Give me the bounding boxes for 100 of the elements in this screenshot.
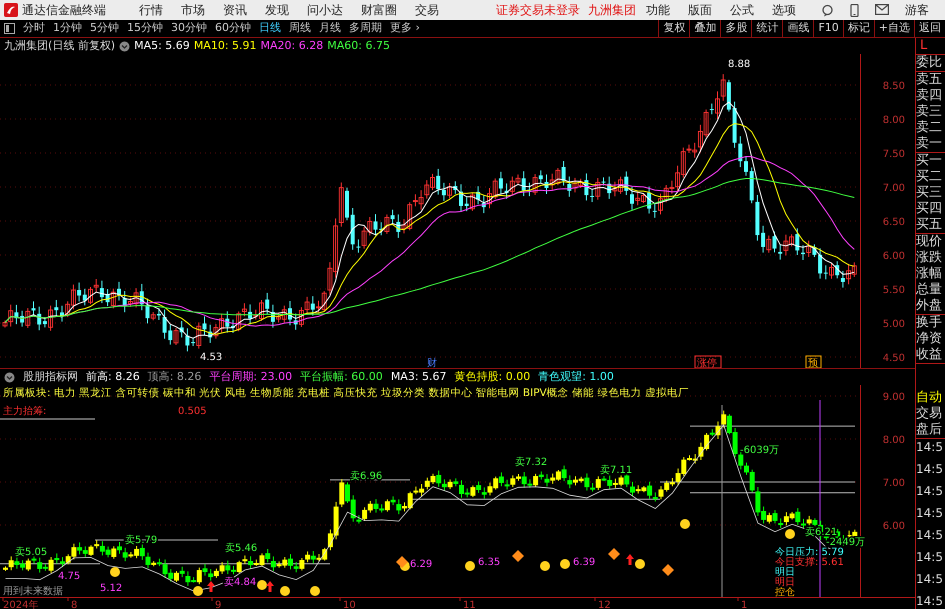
status-label[interactable]: 盘后	[916, 422, 945, 438]
period-tab[interactable]: 60分钟	[211, 20, 255, 37]
indicator-annotation: 明日	[775, 567, 795, 578]
axis-label: 8.50	[882, 81, 905, 92]
period-tab[interactable]: 5分钟	[86, 20, 123, 37]
indicator-annotation: 0.505	[178, 406, 207, 417]
toolbar-button[interactable]: +自选	[874, 20, 914, 37]
indicator-annotation: 6.35	[478, 557, 500, 568]
indicator-stat: 平台周期: 23.00	[209, 368, 292, 385]
menu-item[interactable]: 财富圈	[352, 1, 406, 19]
quote-label: 买一	[916, 153, 943, 169]
trade-time: 14:5	[916, 527, 944, 543]
status-label[interactable]: 交易	[916, 406, 945, 422]
menu-item[interactable]: 资讯	[214, 1, 256, 19]
user-name[interactable]: 游客	[905, 1, 929, 19]
menu-item[interactable]: 问小达	[298, 1, 352, 19]
indicator-stat: 青色观望: 1.00	[538, 368, 614, 385]
menu-item[interactable]: 功能	[637, 1, 679, 19]
toolbar-button[interactable]: 统计	[751, 20, 782, 37]
logo-icon	[4, 3, 18, 17]
quote-label: 换手	[916, 315, 943, 331]
toolbar-button[interactable]: 画线	[782, 20, 814, 37]
menu-item[interactable]: 发现	[256, 1, 298, 19]
menu-item[interactable]: 公式	[721, 1, 763, 19]
up-arrow-icon	[207, 581, 215, 592]
time-axis-label: 1	[741, 600, 748, 609]
quote-label: 卖五	[916, 72, 943, 88]
axis-label: 4.50	[882, 353, 905, 364]
chevron-circle-icon[interactable]	[4, 372, 15, 382]
indicator-annotation: 卖7.11	[600, 465, 632, 476]
chevron-circle-icon[interactable]	[119, 40, 130, 52]
trade-time: 14:5	[916, 461, 944, 477]
period-tab[interactable]: 30分钟	[167, 20, 211, 37]
time-axis-label: 12	[598, 600, 611, 609]
toolbar-button[interactable]: 复权	[658, 20, 690, 37]
trade-time: 14:5	[916, 593, 944, 609]
indicator-annotation: 用到未来数据	[3, 586, 63, 597]
indicator-stat: 黄色持股: 0.00	[454, 368, 530, 385]
trade-time: 14:5	[916, 571, 944, 587]
quote-label: 委比	[916, 55, 943, 71]
quote-label: 卖一	[916, 136, 943, 152]
axis-label: 7.50	[882, 149, 905, 160]
toolbar-button[interactable]: 标记	[842, 20, 874, 37]
phone-icon[interactable]	[850, 4, 859, 16]
period-tab[interactable]: 多周期	[345, 20, 386, 37]
quote-label: 总量	[916, 282, 943, 298]
signal-dot	[635, 559, 645, 569]
trade-time: 14:5	[916, 505, 944, 521]
quote-label: 涨幅	[916, 266, 943, 282]
signal-dot	[785, 529, 795, 539]
price-annotation: 8.88	[728, 59, 750, 70]
trade-time: 14:5	[916, 439, 944, 455]
toolbar-button[interactable]: 叠加	[689, 20, 720, 37]
quote-label: 买二	[916, 169, 943, 185]
menu-item[interactable]: 版面	[679, 1, 721, 19]
menu-item[interactable]: 行情	[130, 1, 172, 19]
axis-label: 9.00	[882, 392, 905, 403]
axis-label: 8.00	[882, 115, 905, 126]
mail-icon[interactable]	[875, 4, 889, 14]
login-notice: 证券交易未登录	[496, 2, 580, 19]
signal-dot	[540, 561, 550, 571]
time-axis-label: 2024年	[3, 600, 38, 609]
indicator-stat: 前高: 8.26	[86, 368, 140, 385]
signal-dot	[310, 586, 320, 596]
period-tab[interactable]: 周线	[285, 20, 315, 37]
menu-item[interactable]: 交易	[406, 1, 448, 19]
panel-toggle-icon[interactable]	[4, 23, 15, 34]
quote-label: 买四	[916, 201, 943, 217]
quote-label: 净资	[916, 331, 943, 347]
period-tab[interactable]: 月线	[315, 20, 345, 37]
indicator-name: 股朋指标网	[23, 368, 78, 385]
menu-item[interactable]: 选项	[763, 1, 805, 19]
indicator-annotation: 6.29	[410, 559, 432, 570]
stock-name: 九洲集团	[588, 2, 636, 19]
period-tab[interactable]: 1分钟	[49, 20, 86, 37]
period-tab[interactable]: 日线	[255, 20, 285, 37]
axis-label: 7.00	[882, 183, 905, 194]
mode-indicator[interactable]: L	[916, 38, 945, 55]
period-tab[interactable]: 15分钟	[123, 20, 167, 37]
toolbar-button[interactable]: 返回	[914, 20, 945, 37]
price-annotation: 财	[427, 358, 437, 368]
quote-label: 现价	[916, 234, 943, 250]
period-tab[interactable]: 分时	[19, 20, 49, 37]
time-axis-label: 9	[215, 600, 222, 609]
indicator-annotation: 明日	[775, 577, 795, 588]
axis-label: 6.50	[882, 217, 905, 228]
menu-item[interactable]: 市场	[172, 1, 214, 19]
price-annotation: 4.53	[200, 352, 222, 363]
moving-average-value: MA60: 6.75	[327, 38, 390, 54]
toolbar-button[interactable]: 多股	[720, 20, 752, 37]
signal-dot	[680, 519, 690, 529]
period-tab[interactable]: 更多 ›	[386, 20, 424, 37]
chat-icon[interactable]	[821, 4, 834, 16]
indicator-annotation: 卖7.32	[515, 457, 548, 468]
status-label[interactable]: 自动	[916, 390, 945, 406]
indicator-annotation: 主力抬筹:	[3, 406, 46, 417]
indicator-annotation: 卖4.84	[224, 577, 256, 588]
toolbar-button[interactable]: F10	[813, 20, 843, 37]
indicator-annotation: 控仓	[775, 587, 795, 598]
app-title: 通达信金融终端	[22, 2, 106, 19]
